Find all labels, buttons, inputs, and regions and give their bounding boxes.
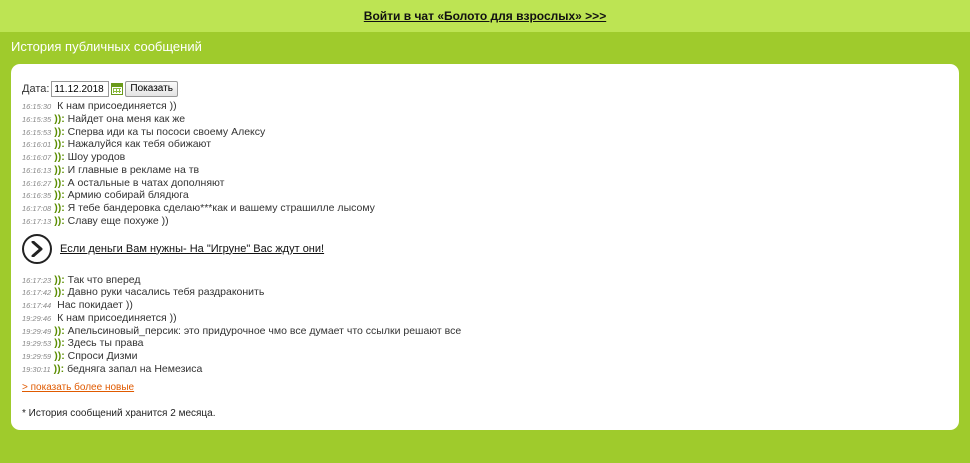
message-time: 16:16:35 bbox=[22, 191, 52, 201]
message-time: 16:17:42 bbox=[22, 288, 52, 298]
message-row: 19:29:53)): Здесь ты права bbox=[22, 337, 959, 350]
message-nick[interactable]: )): bbox=[54, 189, 65, 201]
message-text: Нас покидает )) bbox=[57, 299, 133, 311]
message-row: 19:29:49)): Апельсиновый_персик: это при… bbox=[22, 325, 959, 338]
message-time: 16:15:35 bbox=[22, 114, 52, 124]
message-time: 16:16:07 bbox=[22, 153, 52, 162]
message-nick[interactable]: )): bbox=[54, 177, 65, 189]
message-text: Нажалуйся как тебя обижают bbox=[67, 138, 212, 151]
message-row: 16:15:35)): Найдет она меня как же bbox=[22, 113, 959, 126]
message-time: 19:29:53 bbox=[22, 339, 52, 349]
message-text: К нам присоединяется )) bbox=[57, 311, 177, 324]
message-text: Славу еще похуже )) bbox=[67, 214, 169, 227]
message-row: 16:17:23)): Так что вперед bbox=[22, 274, 959, 287]
message-time: 16:16:01 bbox=[22, 140, 52, 150]
message-nick[interactable]: )): bbox=[54, 350, 65, 362]
message-text: Я тебе бандеровка сделаю***как и вашему … bbox=[67, 202, 375, 214]
message-time: 16:16:13 bbox=[22, 165, 52, 175]
message-time: 19:29:49 bbox=[22, 326, 52, 336]
message-row: 16:17:44 Нас покидает )) bbox=[22, 299, 959, 312]
message-nick[interactable]: )): bbox=[54, 138, 65, 150]
message-nick[interactable]: )): bbox=[54, 274, 65, 286]
history-panel: Дата: Показать 16:15:30 К нам присоединя… bbox=[11, 64, 959, 430]
message-time: 16:16:27 bbox=[22, 178, 52, 188]
message-row: 19:29:46 К нам присоединяется )) bbox=[22, 312, 959, 325]
message-row: 16:16:07)): Шоу уродов bbox=[22, 151, 959, 164]
message-nick[interactable]: )): bbox=[54, 286, 65, 298]
date-label: Дата: bbox=[22, 83, 50, 95]
retention-note: * История сообщений хранится 2 месяца. bbox=[22, 407, 216, 419]
message-text: А остальные в чатах дополняют bbox=[67, 176, 225, 189]
message-list: 16:17:23)): Так что вперед 16:17:42)): Д… bbox=[22, 274, 959, 376]
message-row: 16:17:13)): Славу еще похуже )) bbox=[22, 215, 959, 228]
message-nick[interactable]: )): bbox=[54, 215, 65, 227]
message-row: 19:29:59)): Спроси Дизми bbox=[22, 350, 959, 363]
message-time: 16:15:30 bbox=[22, 102, 52, 111]
message-text: К нам присоединяется )) bbox=[57, 100, 177, 112]
message-text: Шоу уродов bbox=[67, 151, 126, 163]
message-time: 16:17:13 bbox=[22, 216, 52, 226]
message-nick[interactable]: )): bbox=[54, 325, 65, 337]
message-time: 19:29:46 bbox=[22, 313, 52, 323]
date-filter: Дата: Показать bbox=[22, 81, 959, 97]
message-time: 19:30:11 bbox=[22, 364, 51, 374]
message-time: 16:17:23 bbox=[22, 275, 52, 285]
calendar-icon[interactable] bbox=[111, 83, 124, 95]
message-nick[interactable]: )): bbox=[54, 164, 65, 176]
message-nick[interactable]: )): bbox=[54, 202, 65, 214]
message-text: Армию собирай блядюга bbox=[67, 189, 189, 202]
message-text: Сперва иди ка ты пососи своему Алексу bbox=[67, 125, 266, 138]
message-text: И главные в рекламе на тв bbox=[67, 163, 200, 176]
top-banner: Войти в чат «Болото для взрослых» >>> bbox=[0, 0, 970, 32]
message-list: 16:15:30 К нам присоединяется )) 16:15:3… bbox=[22, 100, 959, 228]
message-row: 16:15:30 К нам присоединяется )) bbox=[22, 100, 959, 113]
enter-chat-link[interactable]: Войти в чат «Болото для взрослых» >>> bbox=[364, 9, 606, 23]
message-row: 16:16:27)): А остальные в чатах дополняю… bbox=[22, 177, 959, 190]
message-text: Спроси Дизми bbox=[67, 350, 138, 362]
message-text: Здесь ты права bbox=[67, 337, 144, 350]
message-time: 16:17:44 bbox=[22, 301, 52, 310]
message-time: 19:29:59 bbox=[22, 352, 52, 361]
message-text: Найдет она меня как же bbox=[67, 112, 186, 125]
chevron-right-icon[interactable] bbox=[22, 233, 52, 264]
message-row: 19:30:11)): бедняга запал на Немезиса bbox=[22, 363, 959, 376]
message-time: 16:15:53 bbox=[22, 127, 52, 137]
message-row: 16:16:01)): Нажалуйся как тебя обижают bbox=[22, 138, 959, 151]
page-title: История публичных сообщений bbox=[11, 39, 202, 54]
message-row: 16:17:42)): Давно руки часались тебя раз… bbox=[22, 286, 959, 299]
message-row: 16:17:08)): Я тебе бандеровка сделаю***к… bbox=[22, 202, 959, 215]
promo-link[interactable]: Если деньги Вам нужны- На "Игруне" Вас ж… bbox=[60, 243, 324, 255]
message-text: Давно руки часались тебя раздраконить bbox=[67, 286, 265, 299]
date-input[interactable] bbox=[51, 81, 110, 97]
message-nick[interactable]: )): bbox=[54, 337, 65, 349]
message-text: Апельсиновый_персик: это придурочное чмо… bbox=[67, 324, 462, 337]
message-text: Так что вперед bbox=[67, 273, 141, 286]
message-text: бедняга запал на Немезиса bbox=[67, 362, 203, 375]
message-row: 16:16:13)): И главные в рекламе на тв bbox=[22, 164, 959, 177]
promo-block: Если деньги Вам нужны- На "Игруне" Вас ж… bbox=[22, 231, 959, 267]
message-row: 16:15:53)): Сперва иди ка ты пососи свое… bbox=[22, 126, 959, 139]
message-nick[interactable]: )): bbox=[54, 363, 65, 375]
show-newer: > показать более новые bbox=[22, 382, 959, 393]
message-nick[interactable]: )): bbox=[54, 113, 65, 125]
message-nick[interactable]: )): bbox=[54, 151, 65, 163]
message-time: 16:17:08 bbox=[22, 204, 52, 213]
message-row: 16:16:35)): Армию собирай блядюга bbox=[22, 189, 959, 202]
message-nick[interactable]: )): bbox=[54, 126, 65, 138]
show-button[interactable]: Показать bbox=[125, 81, 178, 97]
show-newer-link[interactable]: > показать более новые bbox=[22, 382, 134, 393]
